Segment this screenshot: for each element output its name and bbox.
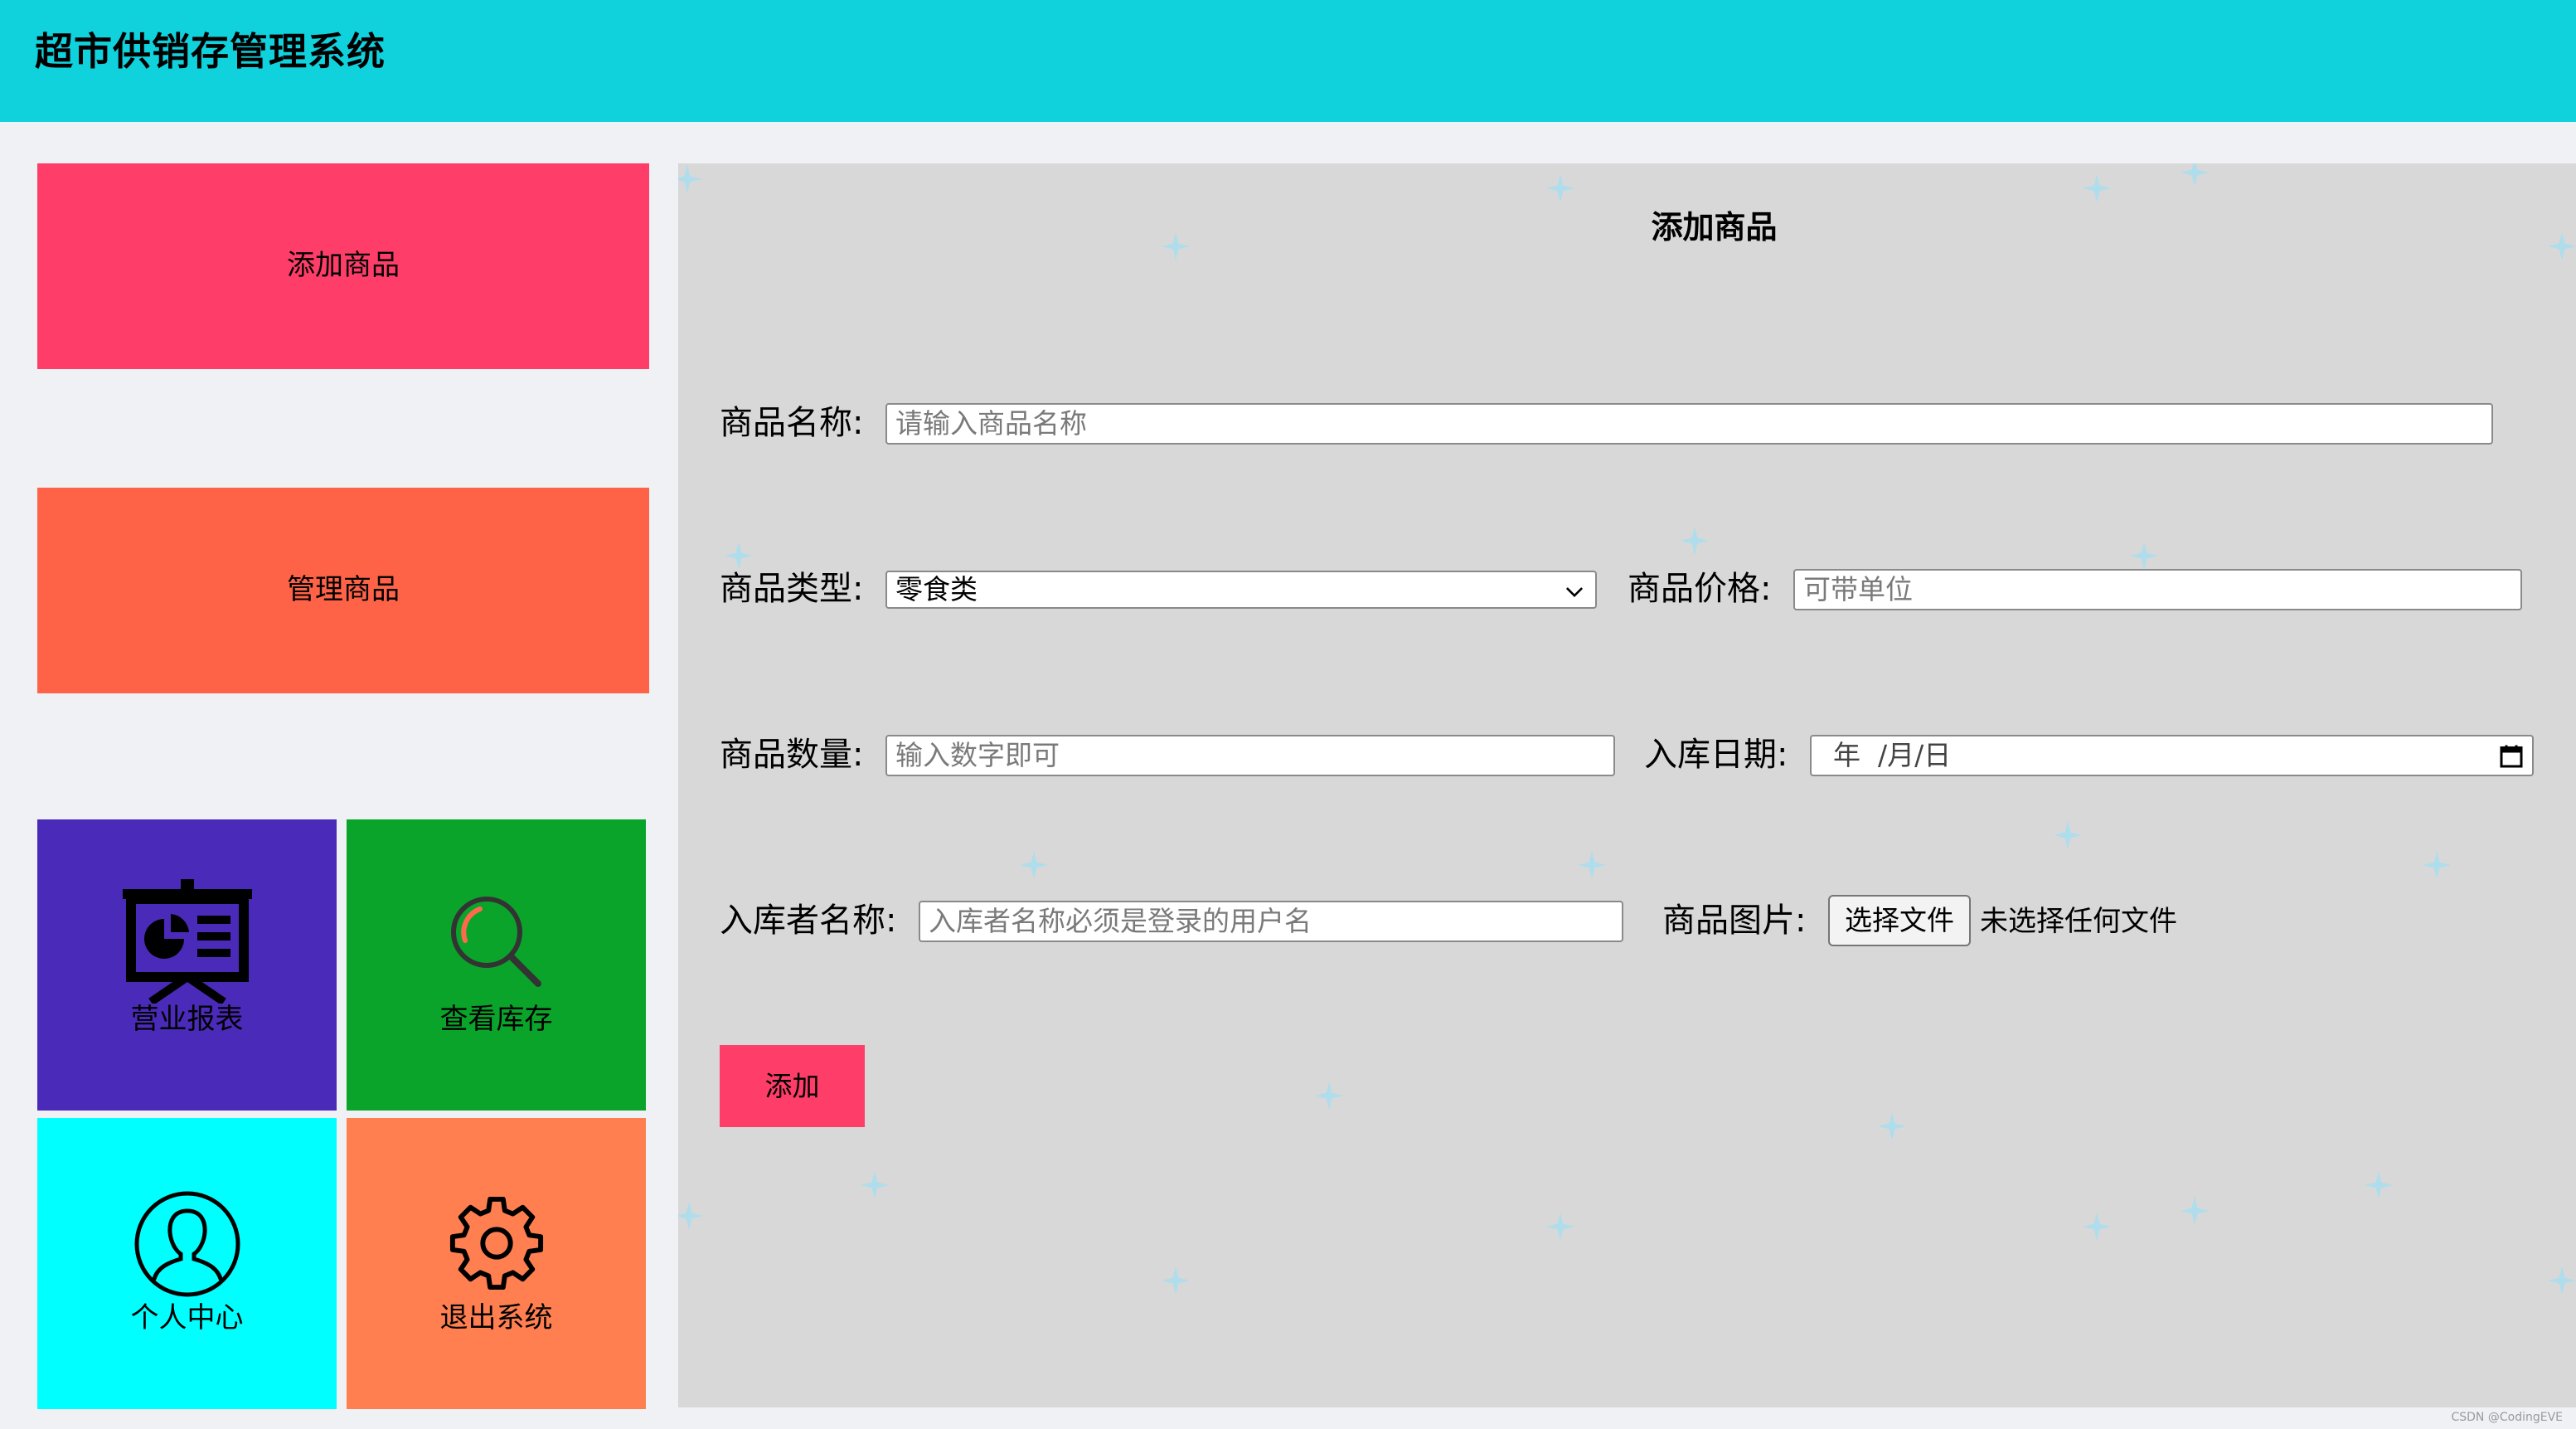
sales-report-tile[interactable]: 营业报表 [37,819,337,1111]
add-submit-button[interactable]: 添加 [720,1045,865,1127]
product-type-label: 商品类型: [720,570,864,608]
sparkle-icon [678,165,701,193]
sparkle-icon [2423,851,2451,879]
product-quantity-input[interactable]: 输入数字即可 [885,735,1615,776]
personal-center-tile[interactable]: 个人中心 [37,1118,337,1409]
manage-product-label: 管理商品 [287,573,400,606]
sparkle-icon [861,1171,889,1199]
product-price-input[interactable]: 可带单位 [1793,569,2522,610]
sparkle-icon [1546,1213,1574,1241]
product-type-value: 零食类 [895,573,978,605]
sparkle-icon [2548,1266,2576,1295]
watermark: CSDN @CodingEVE [2451,1411,2563,1424]
operator-name-label: 入库者名称: [720,902,897,940]
product-price-placeholder: 可带单位 [1803,573,1913,605]
main-panel: 添加商品 商品名称: 请输入商品名称 商品类型: 零食类 商品价格: 可带单位 … [678,163,2576,1407]
gear-icon [449,1196,543,1290]
magnifier-icon [450,897,541,987]
sales-report-label: 营业报表 [130,1003,244,1036]
product-name-input[interactable]: 请输入商品名称 [885,403,2493,445]
sparkle-icon [2054,821,2082,849]
product-name-label: 商品名称: [720,404,864,442]
presentation-chart-icon [122,879,252,1004]
sparkle-icon [1315,1081,1343,1110]
exit-system-label: 退出系统 [439,1301,553,1334]
date-month: 月 [1887,739,1915,771]
form-title: 添加商品 [1651,209,1778,245]
sparkle-icon [1162,1266,1190,1295]
sparkle-icon [2083,1213,2111,1241]
calendar-icon[interactable] [2499,744,2524,769]
sparkle-icon [725,542,753,570]
sparkle-icon [2181,1197,2209,1225]
app-title: 超市供销存管理系统 [35,29,386,74]
stock-date-input[interactable]: 年 /月/日 [1810,735,2534,776]
product-quantity-placeholder: 输入数字即可 [895,739,1060,771]
product-name-placeholder: 请输入商品名称 [895,407,1087,440]
manage-product-tile[interactable]: 管理商品 [37,488,649,693]
view-inventory-tile[interactable]: 查看库存 [347,819,646,1111]
product-image-label: 商品图片: [1662,902,1807,940]
sparkle-icon [1578,851,1606,879]
sparkle-icon [1878,1112,1906,1140]
sparkle-icon [2130,542,2158,570]
sparkle-icon [1546,174,1574,202]
sparkle-icon [678,1202,703,1230]
chevron-down-icon [1565,587,1584,598]
sparkle-icon [1020,851,1048,879]
product-quantity-label: 商品数量: [720,736,864,774]
exit-system-tile[interactable]: 退出系统 [347,1118,646,1409]
sparkle-icon [1681,527,1709,555]
add-product-tile[interactable]: 添加商品 [37,163,649,369]
top-header: 超市供销存管理系统 [0,0,2576,122]
add-product-label: 添加商品 [287,249,400,282]
stock-date-label: 入库日期: [1644,736,1788,774]
sparkle-icon [2365,1171,2393,1199]
user-circle-icon [134,1191,240,1297]
date-year: 年 [1833,739,1860,771]
personal-center-label: 个人中心 [130,1301,244,1334]
date-day: 日 [1924,739,1952,771]
choose-file-button[interactable]: 选择文件 [1828,895,1971,946]
view-inventory-label: 查看库存 [439,1003,553,1036]
sparkle-icon [2181,163,2209,187]
operator-name-input[interactable]: 入库者名称必须是登录的用户名 [919,901,1623,942]
product-price-label: 商品价格: [1628,570,1772,608]
product-type-select[interactable]: 零食类 [885,571,1597,609]
sparkle-icon [2083,174,2111,202]
file-status-text: 未选择任何文件 [1980,905,2177,938]
operator-name-placeholder: 入库者名称必须是登录的用户名 [929,905,1312,937]
